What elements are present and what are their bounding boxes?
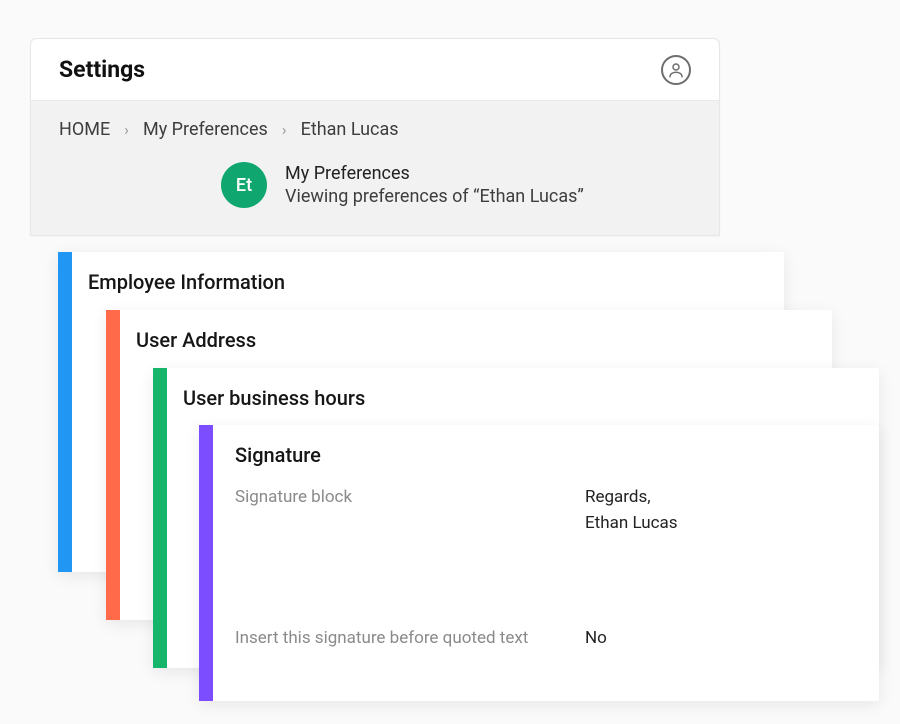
card-title-employee: Employee Information [88, 270, 764, 294]
card-accent-bar [58, 252, 72, 572]
chevron-right-icon: › [124, 120, 129, 139]
profile-button[interactable] [661, 55, 691, 85]
card-title-signature: Signature [235, 443, 859, 467]
header-top: Settings [31, 39, 719, 101]
breadcrumb-home[interactable]: HOME [59, 119, 110, 140]
subheader-title: My Preferences [285, 163, 584, 184]
sub-header: Et My Preferences Viewing preferences of… [31, 140, 719, 208]
signature-insert-value: No [585, 626, 607, 652]
card-signature[interactable]: Signature Signature block Regards, Ethan… [199, 425, 879, 701]
breadcrumb-user[interactable]: Ethan Lucas [301, 119, 399, 140]
signature-block-label: Signature block [235, 485, 565, 510]
breadcrumb: HOME › My Preferences › Ethan Lucas [31, 101, 719, 140]
card-accent-bar [106, 310, 120, 620]
signature-insert-row: Insert this signature before quoted text… [235, 626, 859, 652]
chevron-right-icon: › [282, 120, 287, 139]
card-accent-bar [153, 368, 167, 668]
settings-header: Settings HOME › My Preferences › Ethan L… [30, 38, 720, 236]
card-title-hours: User business hours [183, 386, 859, 410]
subheader-desc: Viewing preferences of “Ethan Lucas” [285, 186, 584, 207]
card-title-address: User Address [136, 328, 812, 352]
avatar: Et [221, 162, 267, 208]
signature-block-row: Signature block Regards, Ethan Lucas [235, 485, 859, 536]
signature-block-value: Regards, Ethan Lucas [585, 485, 678, 536]
page-title: Settings [59, 56, 145, 83]
breadcrumb-preferences[interactable]: My Preferences [143, 119, 268, 140]
signature-insert-label: Insert this signature before quoted text [235, 626, 565, 651]
user-icon [667, 61, 685, 79]
card-accent-bar [199, 425, 213, 701]
